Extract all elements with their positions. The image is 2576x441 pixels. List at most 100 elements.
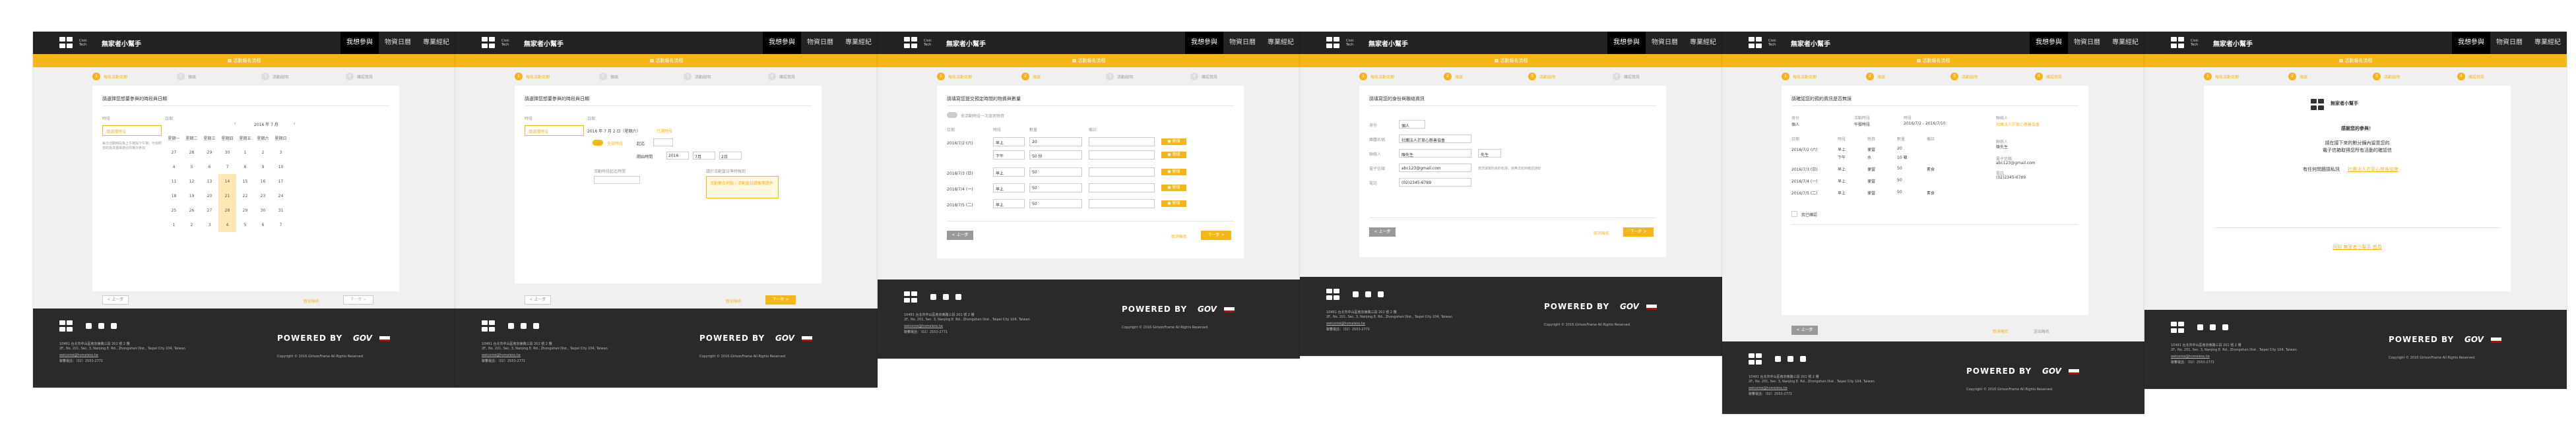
cancel-link[interactable]: 取消報名 [1993,328,2009,334]
qty-input[interactable]: 20 [1029,137,1082,146]
org-link[interactable]: 社團法人芒草心慈善協會 [2348,166,2399,173]
prev-button[interactable]: < 上一步 [525,295,551,305]
back-home-link[interactable]: 回到 無家者小幫手 首頁 [2204,244,2511,250]
calendar-day[interactable]: 3 [201,218,218,232]
instagram-icon[interactable] [2222,324,2228,330]
logo-icon[interactable] [2171,37,2185,49]
youtube-icon[interactable] [943,294,949,300]
qty-input[interactable]: 50 份 [1029,150,1082,160]
calendar-day[interactable]: 18 [165,189,183,203]
nav-participate[interactable]: 我想參與 [763,32,801,54]
next-button[interactable]: 下一步 > [765,295,796,305]
logo-icon[interactable] [1326,37,1341,49]
calendar-day[interactable]: 4 [165,160,183,174]
year-select[interactable]: 2016 [666,152,689,160]
day-select[interactable]: 2日 [719,152,742,160]
calendar-day[interactable]: 5 [183,160,201,174]
logo-icon[interactable] [904,37,918,49]
youtube-icon[interactable] [521,323,527,329]
instagram-icon[interactable] [533,323,539,329]
calendar-day[interactable]: 19 [183,189,201,203]
add-row-button[interactable]: ● 新增 [1161,152,1186,158]
nav-professional[interactable]: 專業經紀 [1262,32,1300,54]
calendar-day[interactable]: 7 [218,160,236,174]
calendar-day[interactable]: 22 [236,189,254,203]
submit-button[interactable]: 送出報名 [2034,328,2049,334]
calendar-day[interactable]: 11 [165,174,183,189]
nav-participate[interactable]: 我想參與 [2452,32,2490,54]
slot-select[interactable]: 下午 [993,150,1025,160]
nav-calendar[interactable]: 物資日曆 [801,32,839,54]
footer-email[interactable]: welcome@homeless.tw [59,353,98,357]
calendar-day[interactable]: 28 [218,203,236,218]
calendar-day[interactable]: 16 [254,174,272,189]
calendar-day[interactable]: 31 [272,203,290,218]
next-month-icon[interactable]: › [294,121,295,126]
calendar-day[interactable]: 3 [272,145,290,160]
nav-calendar[interactable]: 物資日曆 [1646,32,1684,54]
add-row-button[interactable]: ● 新增 [1161,169,1186,175]
cancel-link[interactable]: 取消報名 [1594,230,1609,236]
footer-email[interactable]: welcome@homeless.tw [2171,355,2210,359]
calendar-day[interactable]: 28 [183,145,201,160]
facebook-icon[interactable] [1775,356,1781,362]
footer-email[interactable]: welcome@homeless.tw [904,324,943,328]
calendar-day[interactable]: 29 [236,203,254,218]
calendar-day[interactable]: 1 [165,218,183,232]
field-input[interactable]: (02)2345-6789 [1399,178,1471,187]
brand-title[interactable]: 無家者小幫手 [2213,38,2253,48]
gender-select[interactable]: 先生 [1478,149,1501,158]
slot-select[interactable]: 請選擇時段 [102,125,162,136]
slot-select[interactable]: 早上 [993,167,1025,177]
logo-icon[interactable] [482,37,496,49]
nav-calendar[interactable]: 物資日曆 [2490,32,2528,54]
prev-month-icon[interactable]: ‹ [234,121,236,126]
slot-select[interactable]: 早上 [993,183,1025,192]
batch-toggle[interactable] [947,112,957,118]
instagram-icon[interactable] [1800,356,1806,362]
time-range-input[interactable] [594,176,640,184]
youtube-icon[interactable] [2210,324,2216,330]
brand-title[interactable]: 無家者小幫手 [524,38,564,48]
calendar-day[interactable]: 26 [183,203,201,218]
nav-participate[interactable]: 我想參與 [1607,32,1646,54]
calendar-day[interactable]: 13 [201,174,218,189]
nav-professional[interactable]: 專業經紀 [839,32,878,54]
qty-input[interactable]: 50 [1029,183,1082,192]
next-button[interactable]: 下一步 > [1201,231,1231,240]
logo-icon[interactable] [59,37,74,49]
footer-email[interactable]: welcome@homeless.tw [1326,322,1365,326]
nav-participate[interactable]: 我想參與 [340,32,379,54]
youtube-icon[interactable] [1365,291,1371,297]
agree-checkbox[interactable] [1791,211,1797,217]
nav-calendar[interactable]: 物資日曆 [379,32,417,54]
nav-participate[interactable]: 我想參與 [2030,32,2068,54]
brand-title[interactable]: 無家者小幫手 [946,38,986,48]
calendar-day[interactable]: 12 [183,174,201,189]
calendar-day[interactable]: 6 [254,218,272,232]
gov-logo[interactable]: GOV [1198,305,1217,314]
calendar-day[interactable]: 21 [218,189,236,203]
nav-professional[interactable]: 專業經紀 [417,32,455,54]
youtube-icon[interactable] [98,323,104,329]
field-input[interactable]: 社團法人芒草心慈善協會 [1399,134,1471,143]
nav-calendar[interactable]: 物資日曆 [2068,32,2106,54]
slot-select[interactable]: 早上 [993,199,1025,208]
calendar-day[interactable]: 23 [254,189,272,203]
calendar-day[interactable]: 24 [272,189,290,203]
gov-logo[interactable]: GOV [2464,335,2484,344]
calendar-day[interactable]: 10 [272,160,290,174]
note-input[interactable] [1089,137,1155,146]
field-input[interactable]: 陳先生 [1399,149,1471,158]
prev-button[interactable]: < 上一步 [1369,227,1396,237]
youtube-icon[interactable] [1787,356,1793,362]
cancel-link[interactable]: 取消報名 [304,298,319,304]
nav-participate[interactable]: 我想參與 [1185,32,1223,54]
facebook-icon[interactable] [930,294,936,300]
prev-button[interactable]: < 上一步 [102,295,129,305]
calendar-day[interactable]: 5 [236,218,254,232]
instagram-icon[interactable] [1378,291,1384,297]
qty-input[interactable]: 50 [1029,167,1082,177]
brand-title[interactable]: 無家者小幫手 [102,38,141,48]
calendar-day[interactable]: 15 [236,174,254,189]
